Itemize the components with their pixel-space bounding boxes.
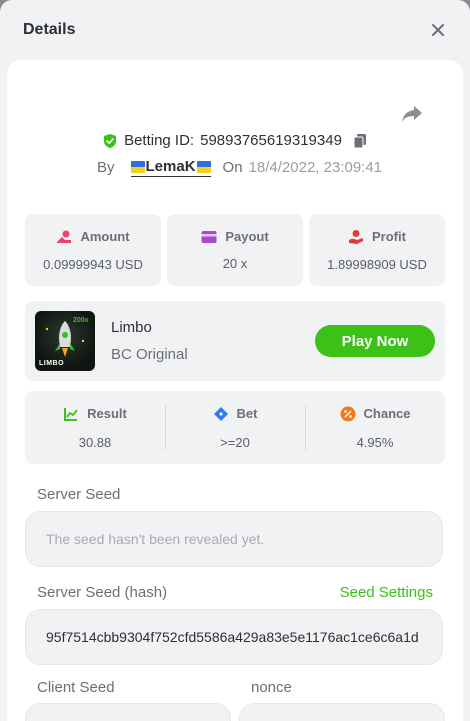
nonce-field[interactable] [239,703,445,721]
bet-column: Bet >=20 [165,391,305,464]
nonce-label: nonce [251,679,292,696]
payout-card: Payout 20 x [167,214,303,286]
client-seed-label: Client Seed [37,679,115,696]
modal-title: Details [23,21,76,38]
betting-id-value: 59893765619319349 [200,132,342,149]
chance-value: 4.95% [356,434,394,450]
payout-value: 20 x [222,256,248,271]
by-label: By [97,159,115,176]
close-icon[interactable] [428,20,448,40]
limbo-game-thumbnail[interactable]: 200x LIMBO [35,311,95,371]
amount-icon [57,230,72,243]
server-seed-label: Server Seed [37,486,121,503]
result-chart-icon [64,407,78,421]
bet-diamond-icon [213,406,228,421]
game-category: BC Original [111,346,188,363]
bet-date: 18/4/2022, 23:09:41 [248,159,383,176]
seed-settings-link[interactable]: Seed Settings [340,584,433,601]
chance-column: Chance 4.95% [305,391,445,464]
betting-id-label: Betting ID: [124,132,195,149]
server-seed-field[interactable]: The seed hasn't been revealed yet. [25,511,443,567]
bet-author-row: By LemaK On 18/4/2022, 23:09:41 [97,158,382,177]
amount-label: Amount [80,229,130,244]
server-seed-placeholder: The seed hasn't been revealed yet. [46,531,265,547]
on-label: On [222,159,243,176]
client-seed-field[interactable] [25,703,231,721]
server-seed-hash-value: 95f7514cbb9304f752cfd5586a429a83e5e1176a… [46,629,419,645]
verified-shield-icon [104,133,117,148]
bet-stats: Amount 0.09999943 USD Payout 20 x Profit… [25,214,445,286]
thumb-title: LIMBO [39,360,65,367]
ukraine-flag-icon [130,160,145,173]
share-icon[interactable] [401,104,423,124]
copy-icon[interactable] [352,133,368,149]
modal-header: Details [0,0,470,60]
play-now-button[interactable]: Play Now [315,325,435,357]
result-card: Result 30.88 Bet >=20 Chance 4.95% [25,391,445,464]
ukraine-flag-icon [196,160,211,173]
result-value: 30.88 [78,434,112,450]
details-panel: Betting ID: 59893765619319349 By LemaK O… [7,60,463,721]
profit-hand-icon [349,229,364,244]
amount-card: Amount 0.09999943 USD [25,214,161,286]
amount-value: 0.09999943 USD [43,256,143,272]
bet-value: >=20 [220,434,250,450]
payout-label: Payout [225,229,269,244]
game-card: 200x LIMBO Limbo BC Original Play Now [25,301,445,381]
bet-label: Bet [236,406,258,421]
betting-id-row: Betting ID: 59893765619319349 [7,132,463,149]
username: LemaK [145,158,196,175]
profit-label: Profit [372,229,406,244]
chance-percent-icon [340,406,356,421]
game-name: Limbo [111,319,152,336]
profit-card: Profit 1.89998909 USD [309,214,445,286]
bet-details-modal: Details Betting ID: 59893765619319349 By [0,0,470,721]
username-link[interactable]: LemaK [130,158,211,177]
server-seed-hash-field[interactable]: 95f7514cbb9304f752cfd5586a429a83e5e1176a… [25,609,443,665]
thumb-multiplier: 200x [73,317,89,324]
profit-value: 1.89998909 USD [327,256,427,272]
result-label: Result [87,406,127,421]
payout-card-icon [201,230,217,243]
server-seed-hash-label: Server Seed (hash) [37,584,168,601]
chance-label: Chance [363,406,411,421]
result-column: Result 30.88 [25,391,165,464]
